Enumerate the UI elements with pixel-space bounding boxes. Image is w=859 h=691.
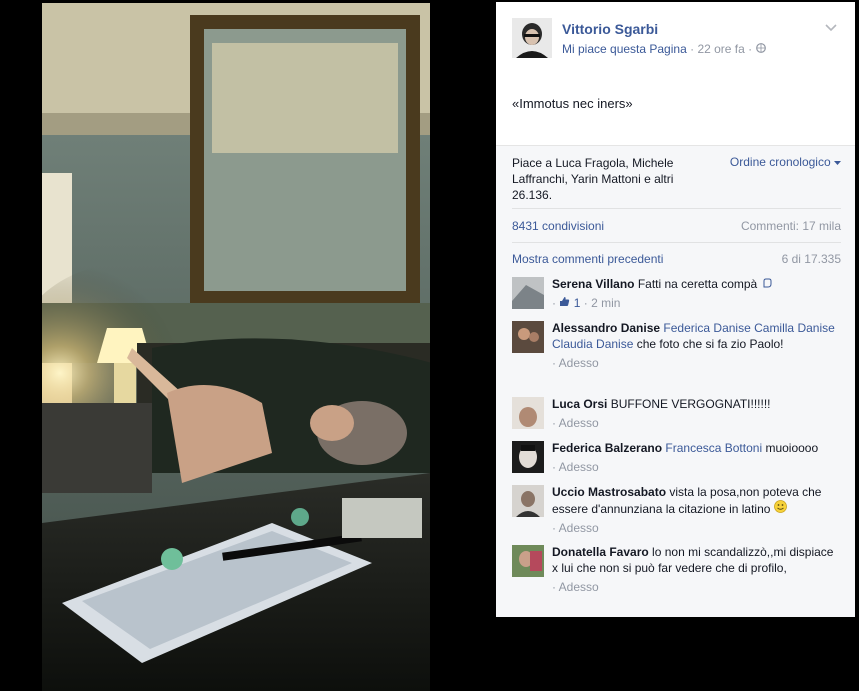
order-dropdown[interactable]: Ordine cronologico: [730, 155, 841, 169]
commenter-name[interactable]: Uccio Mastrosabato: [552, 485, 666, 499]
commenter-name[interactable]: Donatella Favaro: [552, 545, 649, 559]
commenter-name[interactable]: Federica Balzerano: [552, 441, 662, 455]
meta-dot: ·: [552, 296, 556, 310]
comment-meta: · Adesso: [552, 415, 841, 431]
chevron-down-icon[interactable]: [825, 20, 837, 35]
comment-time[interactable]: Adesso: [559, 416, 599, 430]
comment-meta: · Adesso: [552, 459, 841, 475]
comment-meta: · Adesso: [552, 355, 841, 371]
commenter-name[interactable]: Luca Orsi: [552, 397, 607, 411]
commenter-avatar[interactable]: [512, 485, 544, 517]
commenter-avatar[interactable]: [512, 545, 544, 577]
comment-meta: · 1 · 2 min: [552, 295, 841, 311]
post-time[interactable]: 22 ore fa: [697, 42, 744, 56]
photo-viewer[interactable]: [0, 0, 496, 691]
comment-text: che foto che si fa zio Paolo!: [636, 337, 784, 351]
globe-icon: [755, 42, 766, 56]
meta-dot: ·: [583, 296, 588, 310]
hand-emoji-icon: [761, 277, 772, 291]
commenter-avatar[interactable]: [512, 397, 544, 429]
post-sidebar: Vittorio Sgarbi Mi piace questa Pagina ·…: [496, 2, 855, 617]
comment-text: BUFFONE VERGOGNATI!!!!!!: [610, 397, 771, 411]
author-name[interactable]: Vittorio Sgarbi: [562, 21, 658, 37]
meta-dot: ·: [552, 580, 556, 594]
previous-comments-link[interactable]: Mostra commenti precedenti: [512, 252, 663, 266]
post-meta: Mi piace questa Pagina · 22 ore fa ·: [562, 42, 766, 56]
comment-meta: · Adesso: [552, 579, 841, 595]
commenter-avatar[interactable]: [512, 441, 544, 473]
comment-text: muoioooo: [765, 441, 819, 455]
likes-summary[interactable]: Piace a Luca Fragola, Michele Laffranchi…: [512, 155, 712, 203]
order-label: Ordine cronologico: [729, 155, 831, 169]
thumbs-up-icon[interactable]: [559, 296, 570, 310]
commenter-name[interactable]: Serena Villano: [552, 277, 634, 291]
post-text: «Immotus nec iners»: [512, 96, 633, 111]
comments-count: Commenti: 17 mila: [740, 219, 841, 233]
meta-dot: ·: [552, 416, 556, 430]
divider: [512, 242, 841, 243]
post-photo[interactable]: [42, 3, 430, 691]
backdrop: [496, 617, 859, 691]
commenter-name[interactable]: Alessandro Danise: [552, 321, 660, 335]
comment-time[interactable]: Adesso: [559, 356, 599, 370]
comment-time[interactable]: 2 min: [591, 296, 620, 310]
commenter-avatar[interactable]: [512, 321, 544, 353]
shares-link[interactable]: 8431 condivisioni: [512, 219, 604, 233]
tagged-users[interactable]: Francesca Bottoni: [665, 441, 762, 455]
comment-like-count[interactable]: 1: [574, 296, 581, 310]
meta-separator-2: ·: [748, 42, 753, 56]
author-avatar[interactable]: [512, 18, 552, 58]
feedback-panel: Piace a Luca Fragola, Michele Laffranchi…: [496, 145, 855, 617]
post-header: Vittorio Sgarbi Mi piace questa Pagina ·…: [512, 16, 841, 62]
like-page-link[interactable]: Mi piace questa Pagina: [562, 42, 687, 56]
comment-time[interactable]: Adesso: [559, 580, 599, 594]
meta-separator: ·: [690, 42, 695, 56]
divider: [512, 208, 841, 209]
comment-time[interactable]: Adesso: [559, 460, 599, 474]
comment-time[interactable]: Adesso: [559, 521, 599, 535]
meta-dot: ·: [552, 521, 556, 535]
meta-dot: ·: [552, 356, 556, 370]
comments-pager: 6 di 17.335: [781, 252, 841, 266]
smile-emoji-icon: [773, 500, 787, 516]
commenter-avatar[interactable]: [512, 277, 544, 309]
comment-meta: · Adesso: [552, 520, 841, 536]
comment-text: Fatti na ceretta compà: [637, 277, 758, 291]
caret-down-icon: [834, 155, 841, 169]
meta-dot: ·: [552, 460, 556, 474]
